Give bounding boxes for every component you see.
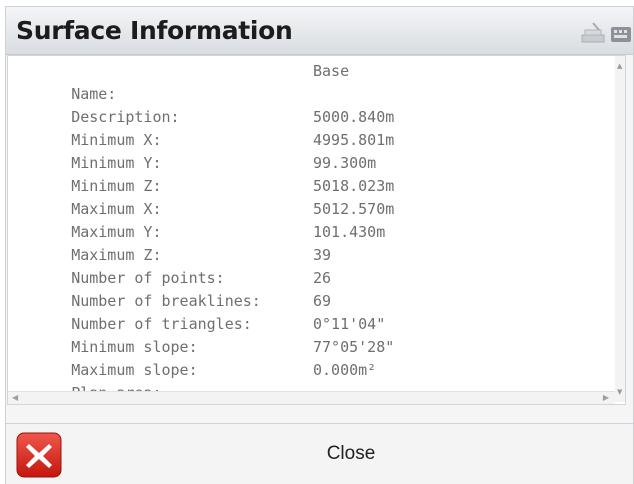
info-row-minimum-y: Minimum Y: 4995.801m: [17, 129, 394, 172]
scroll-down-icon[interactable]: ▼: [617, 388, 622, 396]
close-x-icon[interactable]: [16, 432, 62, 478]
stack-icon[interactable]: [579, 21, 607, 45]
close-button-label: Close: [326, 443, 376, 464]
info-row-maximum-slope: Maximum slope: 77°05'28": [17, 336, 394, 379]
info-row-maximum-z: Maximum Z: 101.430m: [17, 221, 385, 264]
row-value: 101.430m: [313, 223, 386, 241]
row-value: 4995.801m: [313, 131, 395, 149]
title-icons: [577, 21, 633, 47]
row-value: 5018.023m: [313, 177, 395, 195]
row-value: Base: [313, 62, 350, 80]
keyboard-icon[interactable]: [610, 23, 632, 45]
scroll-right-icon[interactable]: ▶: [603, 393, 609, 402]
info-row-name: Name: Base: [17, 60, 349, 103]
row-value: 0°11'04": [313, 315, 386, 333]
row-value: 69: [313, 292, 332, 310]
info-row-maximum-y: Maximum Y: 5012.570m: [17, 198, 394, 241]
window-title: Surface Information: [16, 16, 293, 45]
row-value: 0.000m²: [313, 361, 377, 379]
row-value: 26: [313, 269, 332, 287]
close-button[interactable]: Close: [76, 428, 626, 480]
info-row-minimum-slope: Minimum slope: 0°11'04": [17, 313, 385, 356]
row-value: 99.300m: [313, 154, 377, 172]
scroll-left-icon[interactable]: ◀: [12, 393, 18, 402]
scroll-up-icon[interactable]: ▲: [617, 62, 622, 70]
info-row-description: Description:: [17, 83, 179, 126]
row-value: 5012.570m: [313, 200, 395, 218]
info-row-number-of-points: Number of points: 39: [17, 244, 331, 287]
info-row-maximum-x: Maximum X: 5018.023m: [17, 175, 394, 218]
info-row-number-of-breaklines: Number of breaklines: 26: [17, 267, 331, 310]
button-bar: Close: [6, 423, 633, 484]
info-row-plan-area: Plan area: 0.000m²: [17, 359, 376, 402]
info-row-minimum-x: Minimum X: 5000.840m: [17, 106, 394, 149]
row-value: 5000.840m: [313, 108, 395, 126]
info-row-minimum-z: Minimum Z: 99.300m: [17, 152, 376, 195]
vertical-scrollbar[interactable]: ▲ ▼: [615, 56, 625, 402]
info-list[interactable]: Name: Base Description: Minimum X: 5000.…: [7, 55, 626, 405]
title-bar: Surface Information: [6, 7, 633, 55]
row-value: 77°05'28": [313, 338, 395, 356]
row-value: 39: [313, 246, 332, 264]
info-row-number-of-triangles: Number of triangles: 69: [17, 290, 331, 333]
surface-information-window: Surface Information Name: Base Descripti…: [5, 6, 634, 484]
horizontal-scrollbar[interactable]: ◀ ▶: [8, 391, 615, 404]
